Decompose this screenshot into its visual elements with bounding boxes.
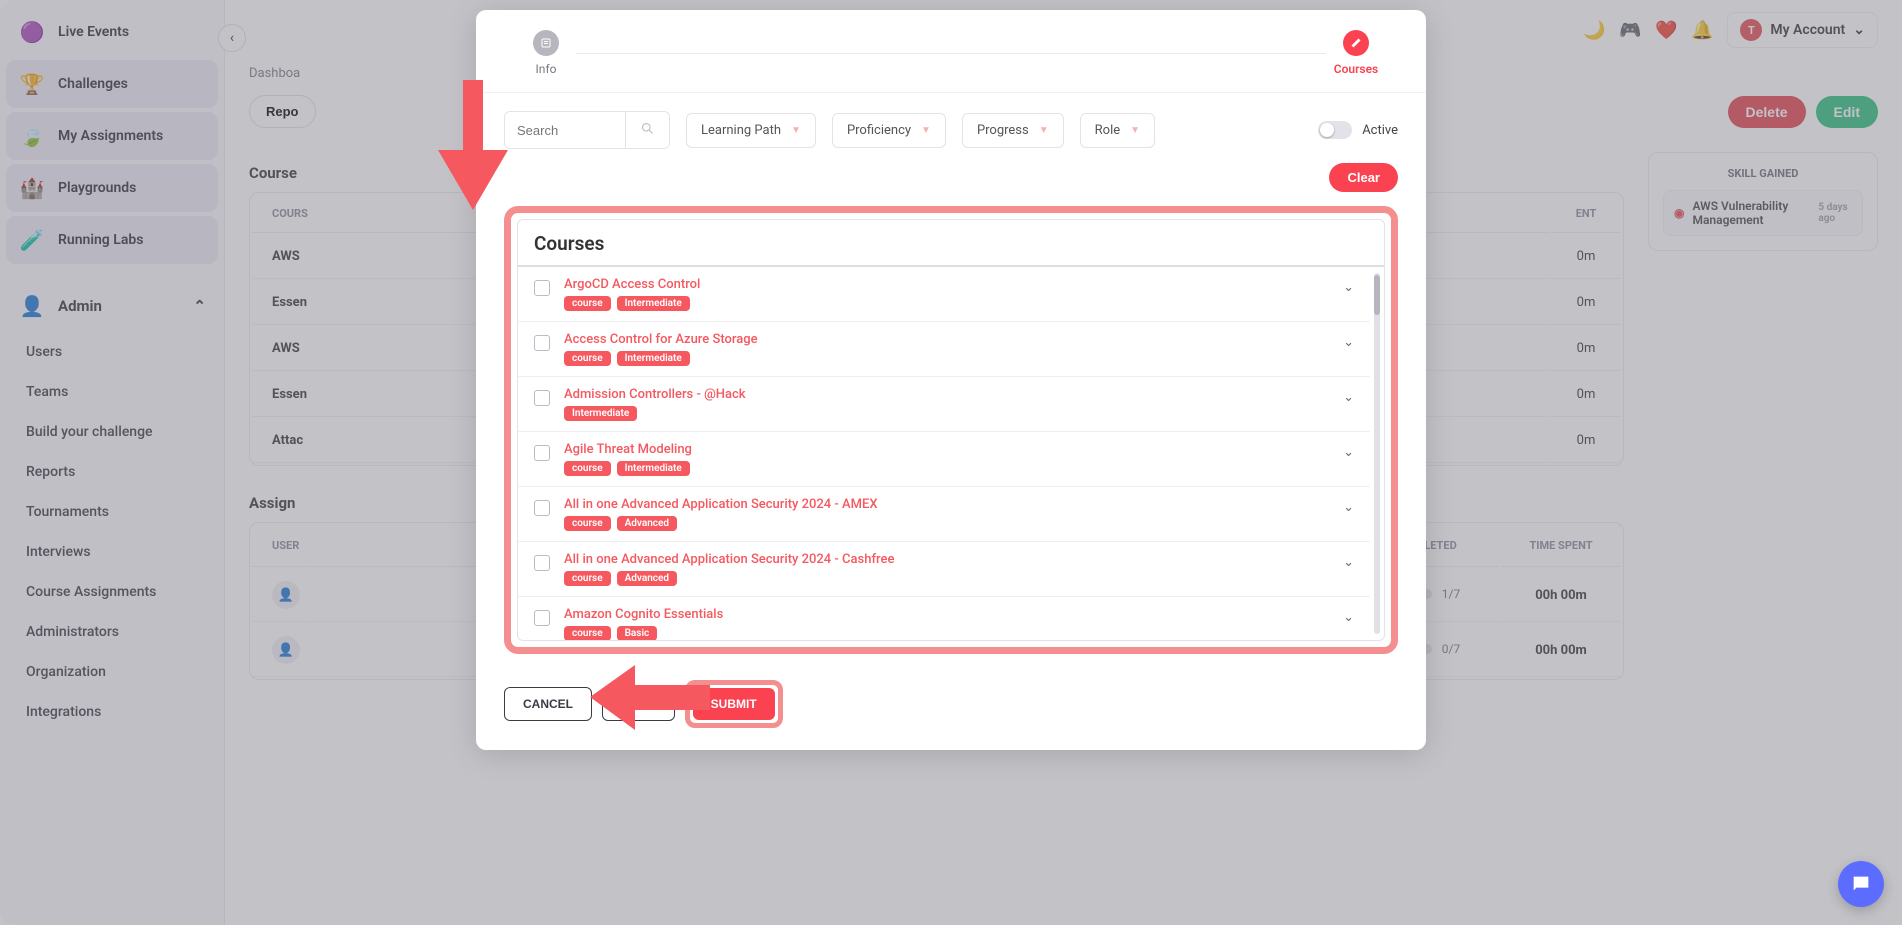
course-name[interactable]: Access Control for Azure Storage: [564, 332, 1329, 347]
course-tag: course: [564, 516, 611, 531]
caret-down-icon: ▼: [1130, 125, 1140, 136]
course-name[interactable]: Admission Controllers - @Hack: [564, 387, 1329, 402]
expand-button[interactable]: ⌄: [1343, 610, 1354, 625]
course-row: Agile Threat Modeling course Intermediate ⌄: [518, 432, 1370, 487]
course-row: All in one Advanced Application Security…: [518, 542, 1370, 597]
callout-arrow-right-icon: [590, 665, 710, 730]
search-input-wrap: [504, 111, 670, 149]
course-name[interactable]: Amazon Cognito Essentials: [564, 607, 1329, 622]
course-tag: Advanced: [617, 516, 677, 531]
course-tag: Intermediate: [564, 406, 637, 421]
caret-down-icon: ▼: [1039, 125, 1049, 136]
search-icon: [640, 121, 655, 136]
course-tag: course: [564, 626, 611, 640]
course-list[interactable]: ArgoCD Access Control course Intermediate ⌄…: [518, 267, 1370, 640]
course-checkbox[interactable]: [534, 555, 550, 571]
course-tag: Intermediate: [617, 296, 690, 311]
expand-button[interactable]: ⌄: [1343, 280, 1354, 295]
course-row: All in one Advanced Application Security…: [518, 487, 1370, 542]
caret-down-icon: ▼: [921, 125, 931, 136]
course-tag: course: [564, 461, 611, 476]
step-courses[interactable]: Courses: [1326, 30, 1386, 76]
step-info[interactable]: Info: [516, 30, 576, 76]
search-button[interactable]: [625, 112, 669, 148]
filter-progress[interactable]: Progress▼: [962, 113, 1064, 148]
course-row: Access Control for Azure Storage course In…: [518, 322, 1370, 377]
step-courses-label: Courses: [1334, 62, 1378, 76]
course-checkbox[interactable]: [534, 445, 550, 461]
step-info-label: Info: [536, 62, 557, 76]
filter-proficiency[interactable]: Proficiency▼: [832, 113, 946, 148]
course-checkbox[interactable]: [534, 280, 550, 296]
course-name[interactable]: All in one Advanced Application Security…: [564, 552, 1329, 567]
course-row: Amazon Cognito Essentials course Basic ⌄: [518, 597, 1370, 640]
course-tag: Intermediate: [617, 461, 690, 476]
chat-icon: [1850, 873, 1872, 895]
step-courses-circle-icon: [1343, 30, 1369, 56]
course-checkbox[interactable]: [534, 390, 550, 406]
expand-button[interactable]: ⌄: [1343, 500, 1354, 515]
course-name[interactable]: Agile Threat Modeling: [564, 442, 1329, 457]
course-name[interactable]: All in one Advanced Application Security…: [564, 497, 1329, 512]
course-tag: course: [564, 571, 611, 586]
course-tag: course: [564, 351, 611, 366]
course-checkbox[interactable]: [534, 610, 550, 626]
course-tag: Advanced: [617, 571, 677, 586]
course-checkbox[interactable]: [534, 500, 550, 516]
caret-down-icon: ▼: [791, 125, 801, 136]
course-row: Admission Controllers - @Hack Intermediat…: [518, 377, 1370, 432]
expand-button[interactable]: ⌄: [1343, 390, 1354, 405]
courses-highlight-box: Courses ArgoCD Access Control course Inter…: [504, 206, 1398, 654]
stepper: Info Courses: [476, 10, 1426, 93]
course-scrollbar[interactable]: [1374, 273, 1380, 634]
filter-row: Learning Path▼ Proficiency▼ Progress▼ Ro…: [504, 111, 1398, 149]
course-tag: course: [564, 296, 611, 311]
chat-fab[interactable]: [1838, 861, 1884, 907]
filter-learning-path[interactable]: Learning Path▼: [686, 113, 816, 148]
expand-button[interactable]: ⌄: [1343, 555, 1354, 570]
course-checkbox[interactable]: [534, 335, 550, 351]
expand-button[interactable]: ⌄: [1343, 335, 1354, 350]
expand-button[interactable]: ⌄: [1343, 445, 1354, 460]
courses-title: Courses: [518, 220, 1384, 267]
course-name[interactable]: ArgoCD Access Control: [564, 277, 1329, 292]
active-toggle[interactable]: [1318, 121, 1352, 139]
active-label: Active: [1362, 123, 1398, 138]
course-tag: Basic: [617, 626, 658, 640]
course-tag: Intermediate: [617, 351, 690, 366]
modal-dialog: Info Courses Learning Path▼ Proficiency▼…: [476, 10, 1426, 750]
course-row: ArgoCD Access Control course Intermediate ⌄: [518, 267, 1370, 322]
step-line: [576, 53, 1326, 54]
filter-role[interactable]: Role▼: [1080, 113, 1155, 148]
cancel-button[interactable]: CANCEL: [504, 687, 592, 721]
clear-button[interactable]: Clear: [1329, 163, 1398, 192]
step-info-circle-icon: [533, 30, 559, 56]
search-input[interactable]: [505, 114, 625, 147]
callout-arrow-down-icon: [438, 80, 508, 210]
